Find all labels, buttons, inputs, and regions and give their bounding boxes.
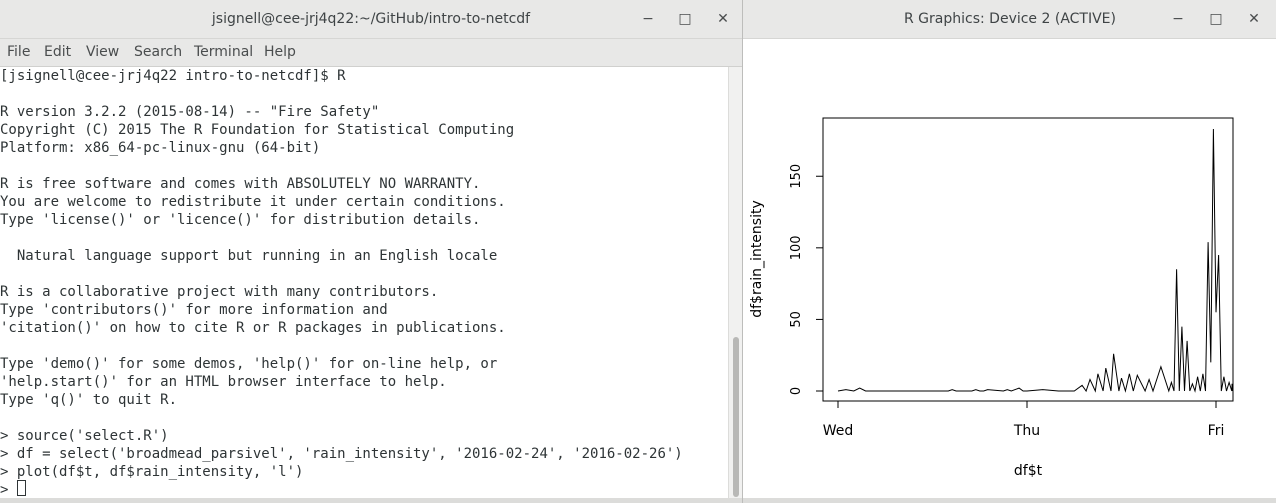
- rgraphics-titlebar[interactable]: R Graphics: Device 2 (ACTIVE) − □ ✕: [743, 0, 1276, 39]
- terminal-line: Type 'license()' or 'licence()' for dist…: [0, 212, 481, 228]
- terminal-line: > plot(df$t, df$rain_intensity, 'l'): [0, 464, 304, 480]
- rgraphics-close-button[interactable]: ✕: [1244, 9, 1264, 29]
- rgraphics-bottom-edge: [743, 498, 1276, 503]
- terminal-cursor[interactable]: [17, 480, 26, 496]
- menu-view[interactable]: View: [86, 39, 119, 66]
- terminal-line: 'help.start()' for an HTML browser inter…: [0, 374, 447, 390]
- menu-file[interactable]: File: [7, 39, 30, 66]
- terminal-line: R is free software and comes with ABSOLU…: [0, 176, 481, 192]
- maximize-button[interactable]: □: [675, 9, 695, 29]
- terminal-prompt: >: [0, 482, 17, 498]
- y-tick-label: 0: [789, 387, 804, 395]
- terminal-menubar: File Edit View Search Terminal Help: [0, 39, 742, 67]
- terminal-line: Platform: x86_64-pc-linux-gnu (64-bit): [0, 140, 321, 156]
- terminal-line: Copyright (C) 2015 The R Foundation for …: [0, 122, 515, 138]
- terminal-line: Type 'demo()' for some demos, 'help()' f…: [0, 356, 498, 372]
- menu-search[interactable]: Search: [134, 39, 182, 66]
- y-tick-label: 50: [789, 311, 804, 328]
- menu-edit[interactable]: Edit: [44, 39, 71, 66]
- close-button[interactable]: ✕: [713, 9, 733, 29]
- terminal-line: Type 'contributors()' for more informati…: [0, 302, 388, 318]
- y-tick-label: 150: [789, 164, 804, 189]
- terminal-title: jsignell@cee-jrj4q22:~/GitHub/intro-to-n…: [211, 11, 531, 27]
- terminal-output[interactable]: [jsignell@cee-jrj4q22 intro-to-netcdf]$ …: [0, 67, 728, 503]
- terminal-line: 'citation()' on how to cite R or R packa…: [0, 320, 506, 336]
- terminal-line: R version 3.2.2 (2015-08-14) -- "Fire Sa…: [0, 104, 380, 120]
- terminal-line: Type 'q()' to quit R.: [0, 392, 178, 408]
- rgraphics-minimize-button[interactable]: −: [1168, 9, 1188, 29]
- terminal-line: [jsignell@cee-jrj4q22 intro-to-netcdf]$ …: [0, 68, 346, 84]
- terminal-titlebar[interactable]: jsignell@cee-jrj4q22:~/GitHub/intro-to-n…: [0, 0, 742, 39]
- scrollbar-thumb[interactable]: [733, 337, 739, 497]
- rgraphics-window: R Graphics: Device 2 (ACTIVE) − □ ✕ 0 50 1…: [742, 0, 1276, 503]
- terminal-scrollbar[interactable]: [728, 67, 743, 503]
- y-tick-label: 100: [789, 235, 804, 260]
- x-axis-label: df$t: [1014, 463, 1043, 479]
- x-tick-label: Thu: [1013, 423, 1040, 439]
- terminal-line: R is a collaborative project with many c…: [0, 284, 439, 300]
- x-tick-label: Fri: [1208, 423, 1225, 439]
- rgraphics-maximize-button[interactable]: □: [1206, 9, 1226, 29]
- rain-intensity-plot: 0 50 100 150 Wed Thu Fri df$t df$rain_intensi…: [743, 39, 1276, 498]
- menu-terminal[interactable]: Terminal: [194, 39, 253, 66]
- terminal-line: > source('select.R'): [0, 428, 169, 444]
- terminal-bottom-edge: [0, 498, 742, 503]
- x-tick-label: Wed: [823, 423, 854, 439]
- rgraphics-title: R Graphics: Device 2 (ACTIVE): [904, 11, 1116, 27]
- menu-help[interactable]: Help: [264, 39, 296, 66]
- terminal-line: > df = select('broadmead_parsivel', 'rai…: [0, 446, 683, 462]
- terminal-line: You are welcome to redistribute it under…: [0, 194, 506, 210]
- terminal-line: Natural language support but running in …: [0, 248, 498, 264]
- terminal-window: jsignell@cee-jrj4q22:~/GitHub/intro-to-n…: [0, 0, 743, 503]
- minimize-button[interactable]: −: [638, 9, 658, 29]
- y-axis-label: df$rain_intensity: [749, 200, 765, 318]
